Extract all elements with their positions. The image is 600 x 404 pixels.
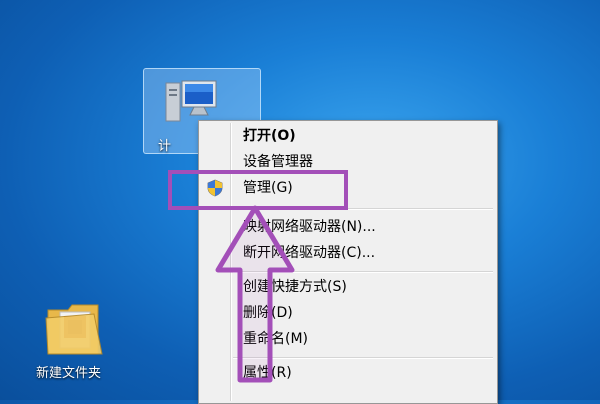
annotation-up-arrow <box>215 205 295 383</box>
